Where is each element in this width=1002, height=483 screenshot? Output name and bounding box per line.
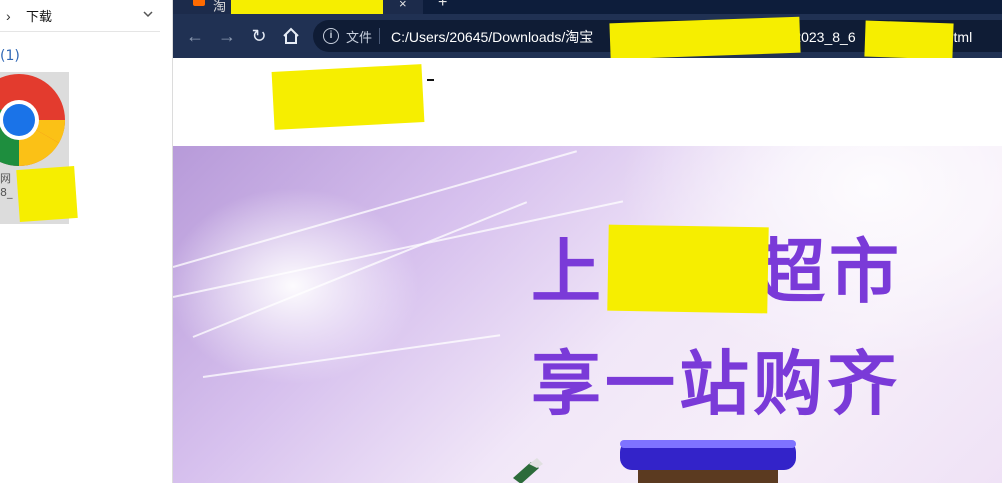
logo-redaction-mark xyxy=(271,64,425,130)
redaction-mark xyxy=(16,166,78,222)
new-tab-button[interactable]: + xyxy=(438,0,447,12)
taobao-favicon-icon xyxy=(193,0,205,6)
light-streak xyxy=(202,334,501,378)
tab-title: 淘 xyxy=(213,0,227,15)
chevron-down-icon[interactable] xyxy=(142,8,154,20)
product-jar-image xyxy=(620,440,796,483)
breadcrumb-downloads[interactable]: 下载 xyxy=(26,6,52,25)
info-icon[interactable]: i xyxy=(323,28,339,44)
redaction-mark xyxy=(609,16,801,60)
browser-window: 淘 × + ← → ↻ i 文件 C:/Users/20645/Download… xyxy=(173,0,1002,483)
forward-button[interactable]: → xyxy=(216,25,238,47)
hero-headline-line2: 享一站购齐 xyxy=(531,343,901,425)
home-button[interactable] xyxy=(280,25,302,47)
reload-button[interactable]: ↻ xyxy=(248,25,270,47)
close-icon[interactable]: × xyxy=(399,0,407,11)
chevron-right-icon[interactable]: › xyxy=(6,8,20,24)
file-name: 网 8_ xyxy=(0,172,13,199)
light-streak xyxy=(173,150,578,268)
redaction-mark xyxy=(864,20,954,60)
hero-banner[interactable]: 上超市 享一站购齐 xyxy=(173,146,1002,483)
file-group-header[interactable]: (1) xyxy=(0,48,20,64)
back-button[interactable]: ← xyxy=(184,25,206,47)
explorer-address-bar[interactable]: › 下载 xyxy=(0,0,160,32)
web-page-content: 上超市 享一站购齐 xyxy=(173,58,1002,483)
file-explorer-window: › 下载 (1) 网 8_ xyxy=(0,0,173,483)
divider xyxy=(379,28,380,44)
light-streak xyxy=(192,201,528,338)
header-dash xyxy=(427,79,434,81)
page-header xyxy=(173,58,1002,146)
redaction-mark xyxy=(607,224,769,314)
chrome-html-icon xyxy=(0,74,65,166)
product-bottle-image xyxy=(513,458,543,483)
scheme-label: 文件 xyxy=(346,31,373,46)
